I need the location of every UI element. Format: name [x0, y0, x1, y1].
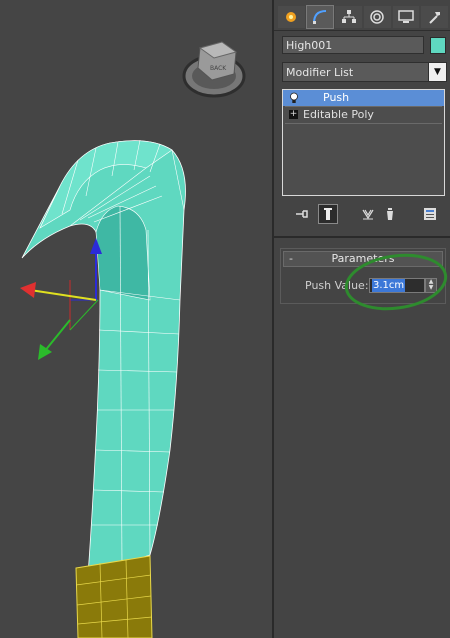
pin-stack-button[interactable] [292, 204, 312, 224]
transform-gizmo[interactable] [20, 238, 102, 360]
stack-item-push[interactable]: Push [283, 90, 444, 106]
modifier-list-dropdown[interactable]: Modifier List ▼ [282, 62, 447, 82]
configure-modifier-sets-button[interactable] [420, 204, 440, 224]
motion-icon [370, 10, 385, 24]
viewcube[interactable]: BACK [182, 41, 246, 98]
display-tab[interactable] [392, 6, 420, 28]
pin-stack-icon [296, 210, 308, 218]
stack-item-label: Push [323, 91, 350, 104]
viewcube-label: BACK [210, 65, 227, 72]
stack-item-label: Editable Poly [303, 108, 374, 121]
chevron-down-icon[interactable]: ▼ [428, 63, 446, 81]
make-unique-button[interactable] [358, 204, 378, 224]
command-panel: High001 Modifier List ▼ Push + Editable … [274, 0, 450, 638]
panel-divider-line [274, 236, 450, 238]
expand-plus-icon[interactable]: + [289, 110, 298, 119]
viewport-scene: BACK [20, 41, 246, 638]
modifier-list-label: Modifier List [286, 66, 354, 79]
show-end-result-button[interactable] [318, 204, 338, 224]
stack-item-editable-poly[interactable]: + Editable Poly [283, 107, 444, 123]
command-panel-tabs [278, 5, 449, 29]
tabs-divider [274, 30, 450, 31]
modify-icon [313, 10, 327, 24]
hook-mesh [21, 139, 186, 576]
utilities-icon [428, 12, 440, 24]
configure-modifier-sets-icon [424, 208, 436, 220]
modifier-stack[interactable]: Push + Editable Poly [282, 89, 445, 196]
hierarchy-tab[interactable] [335, 6, 363, 28]
object-color-swatch[interactable] [430, 37, 446, 54]
remove-modifier-icon [387, 208, 393, 220]
lightbulb-icon[interactable] [289, 92, 299, 104]
create-icon [286, 12, 297, 22]
object-name-field[interactable]: High001 [282, 36, 424, 54]
stack-divider [285, 123, 442, 124]
utilities-tab[interactable] [421, 6, 449, 28]
create-tab[interactable] [278, 6, 305, 28]
motion-tab[interactable] [364, 6, 391, 28]
collapse-toggle[interactable]: - [289, 252, 293, 266]
make-unique-icon [362, 209, 374, 220]
remove-modifier-button[interactable] [380, 204, 400, 224]
hierarchy-icon [341, 10, 356, 23]
highlight-circle-annotation [344, 253, 448, 311]
show-end-result-icon [324, 208, 332, 220]
handle-mesh [75, 555, 153, 638]
stack-toolbar [282, 202, 448, 226]
modify-tab[interactable] [305, 5, 335, 29]
perspective-viewport[interactable]: BACK [0, 0, 273, 638]
display-icon [398, 10, 414, 23]
